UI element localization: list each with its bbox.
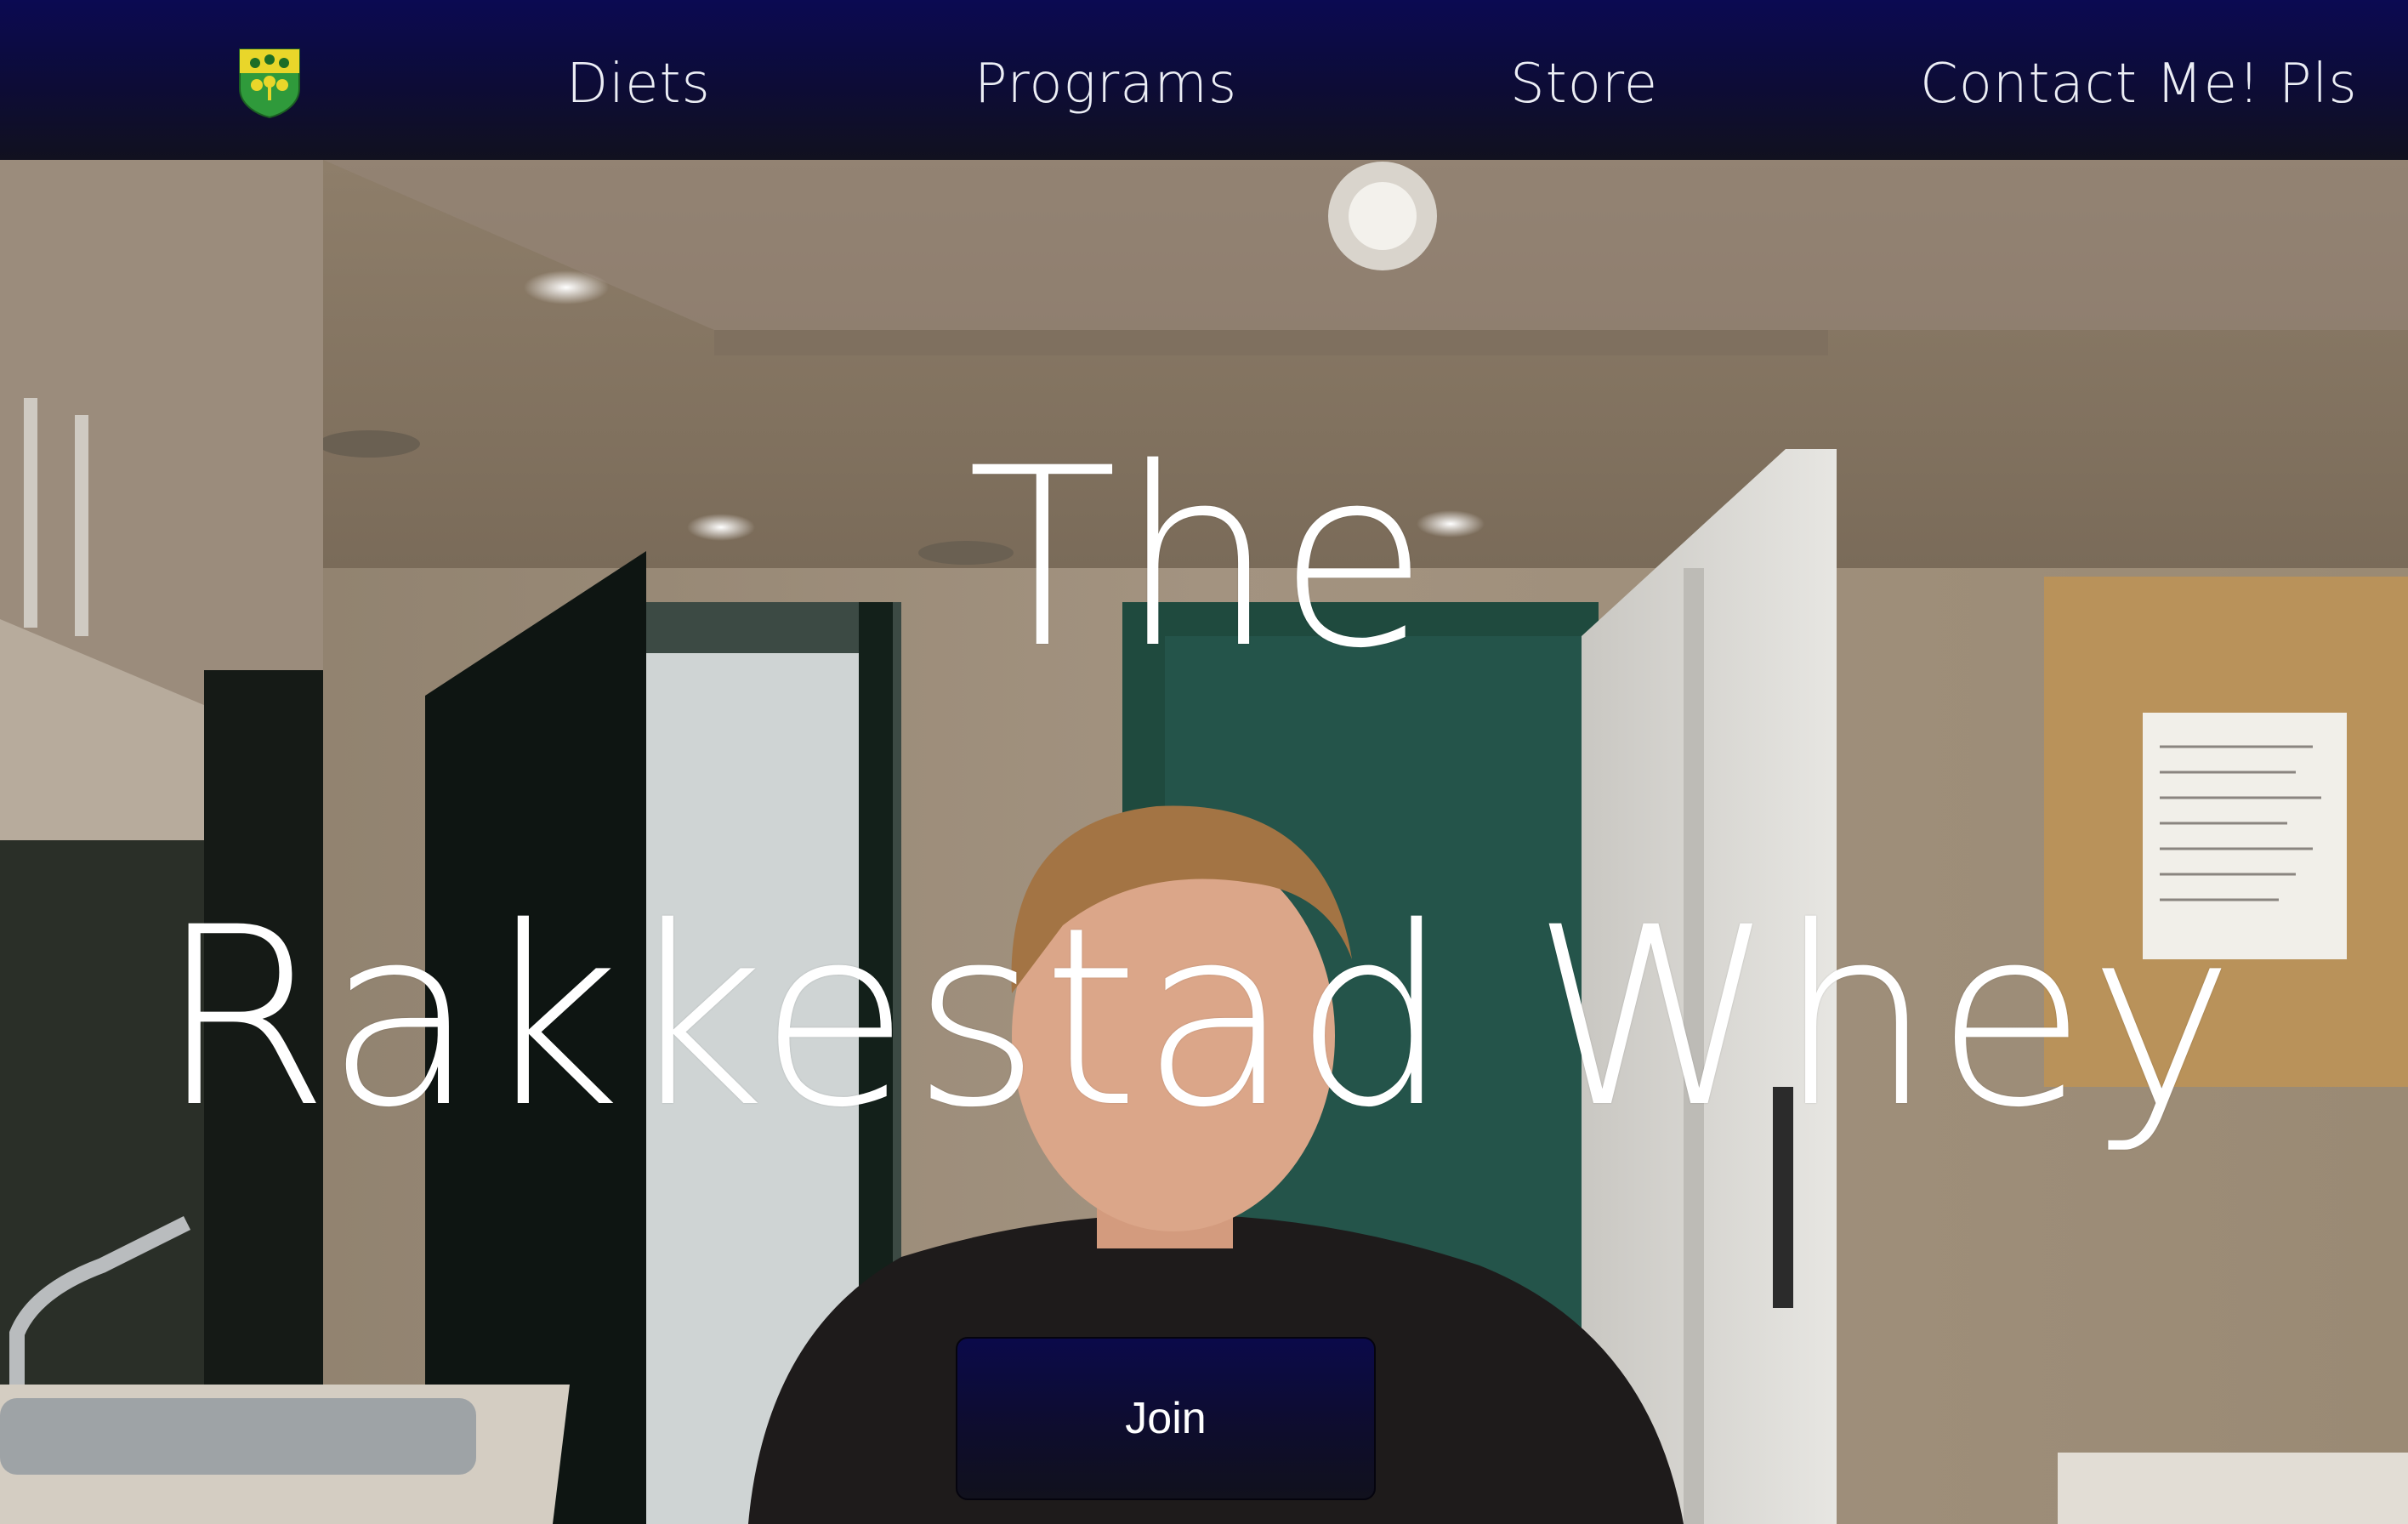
nav-link-programs[interactable]: Programs bbox=[974, 46, 1237, 122]
hero-photo bbox=[0, 160, 2408, 1524]
nav-link-diets[interactable]: Diets bbox=[566, 46, 711, 122]
hero-title-line2: Rakkestad Whey bbox=[157, 875, 2237, 1162]
hero-title-line1: The bbox=[967, 416, 1431, 702]
nav-link-store[interactable]: Store bbox=[1510, 46, 1658, 122]
shield-crest-icon[interactable] bbox=[238, 48, 301, 119]
top-navbar: Diets Programs Store Contact Me! Pls bbox=[0, 0, 2408, 160]
hero-section: The Rakkestad Whey bbox=[0, 160, 2408, 1524]
nav-link-contact[interactable]: Contact Me! Pls bbox=[1920, 46, 2358, 122]
join-button[interactable]: Join bbox=[956, 1337, 1376, 1500]
